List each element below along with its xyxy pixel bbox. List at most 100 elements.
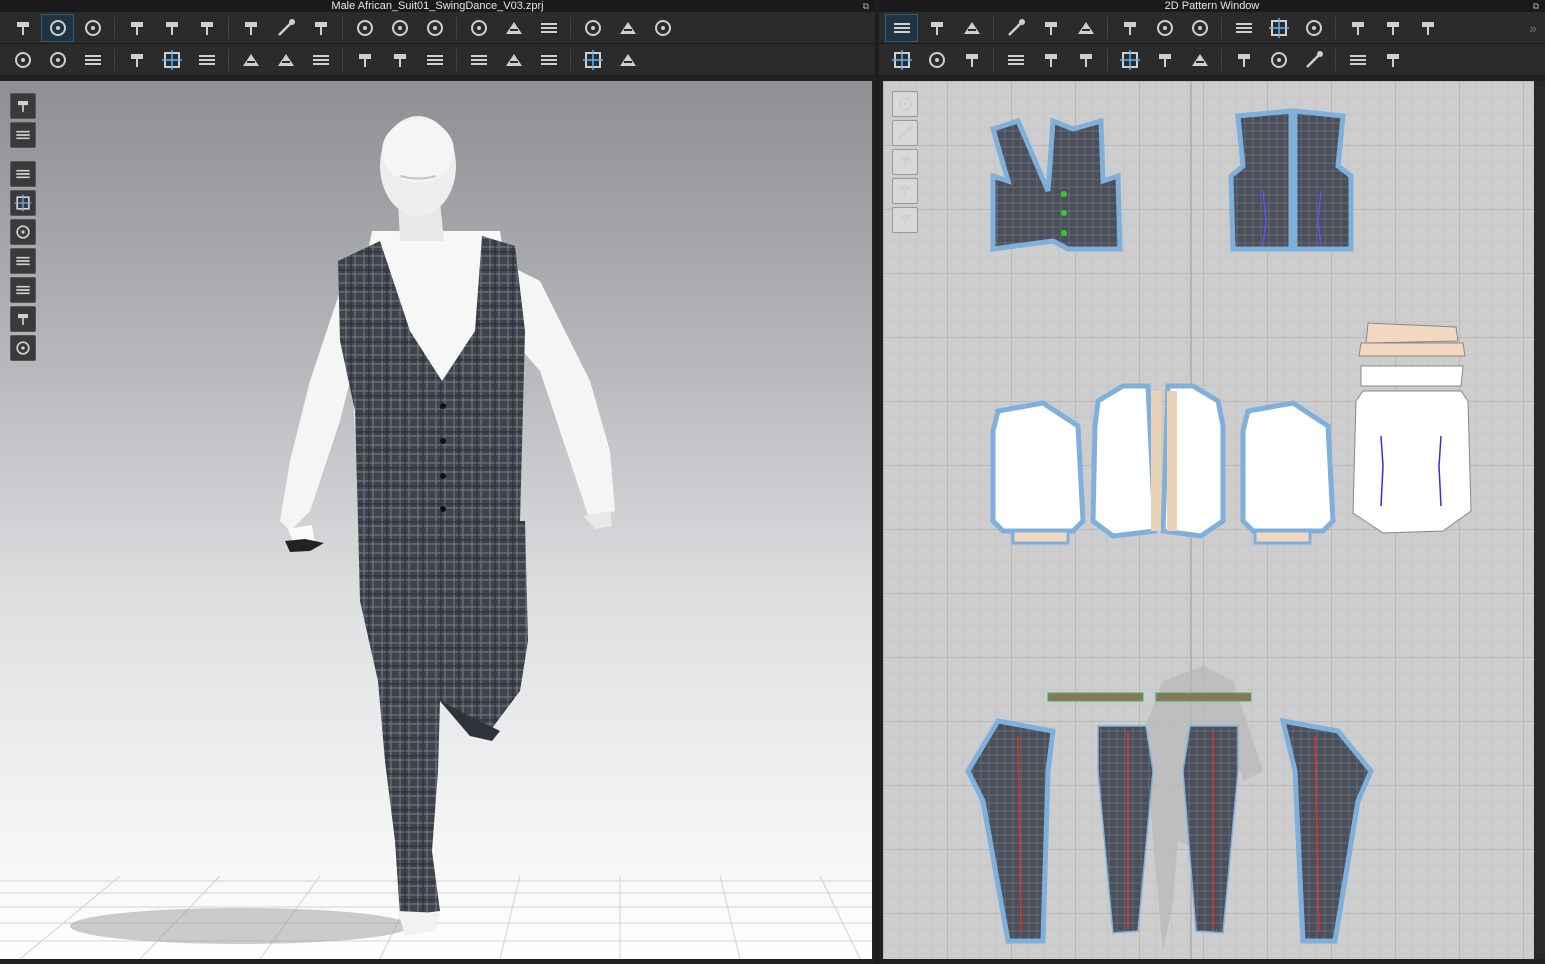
fold-arrangement-button[interactable] <box>120 14 153 42</box>
sewing-button[interactable] <box>190 46 223 74</box>
garment-2d-button[interactable] <box>1069 46 1102 74</box>
toolbar-3d-row1 <box>0 12 875 44</box>
info-toggle[interactable] <box>892 149 918 175</box>
pattern-button[interactable] <box>234 46 267 74</box>
stitch-2d-button[interactable] <box>1297 46 1330 74</box>
tack-button[interactable] <box>234 14 267 42</box>
pattern-shirt-sleeve-right[interactable] <box>1240 400 1336 545</box>
free-sewing-button[interactable] <box>920 46 953 74</box>
transform-pattern-button[interactable] <box>76 14 109 42</box>
viewport-2d[interactable] <box>883 81 1534 959</box>
fold-inner-button[interactable] <box>190 14 223 42</box>
fold-icon <box>165 21 178 35</box>
select-mesh-button[interactable] <box>348 14 381 42</box>
sew-line-button[interactable] <box>1262 14 1295 42</box>
avatar-figure[interactable] <box>280 116 615 936</box>
avatar-walk-button[interactable] <box>6 46 39 74</box>
pattern-check-button[interactable] <box>1183 46 1216 74</box>
pattern-shirt-back[interactable] <box>1352 322 1472 534</box>
ruler-button[interactable] <box>576 14 609 42</box>
lock-toggle[interactable] <box>892 207 918 233</box>
polygon-button[interactable] <box>955 14 988 42</box>
texture-2d-toggle[interactable] <box>892 178 918 204</box>
select-move-button[interactable] <box>41 13 74 42</box>
trace-button[interactable] <box>1148 14 1181 42</box>
pattern-waistband-right[interactable] <box>1155 692 1252 702</box>
popout-icon[interactable]: ⧉ <box>863 0 869 12</box>
fold-button[interactable] <box>155 14 188 42</box>
text-button[interactable] <box>1341 14 1374 42</box>
dart-button[interactable] <box>1113 14 1146 42</box>
popout-icon[interactable]: ⧉ <box>1533 0 1539 12</box>
show-avatar-toggle[interactable] <box>10 219 36 245</box>
zigzag-button[interactable] <box>1341 46 1374 74</box>
transform-pattern-icon <box>84 19 101 36</box>
garment-fit-button[interactable] <box>383 14 416 42</box>
internal-rect-button[interactable] <box>1069 14 1102 42</box>
pattern-waistband-left[interactable] <box>1047 692 1144 702</box>
pattern-shirt-front[interactable] <box>1090 383 1226 539</box>
buttonhole-button[interactable] <box>348 46 381 74</box>
segment-sewing-button[interactable] <box>885 46 918 74</box>
garment-view-toggle[interactable] <box>10 122 36 148</box>
zipper-button[interactable] <box>418 46 451 74</box>
viewport-3d[interactable] <box>0 81 872 959</box>
gradient-button[interactable] <box>576 46 609 74</box>
curve-button[interactable] <box>1183 14 1216 42</box>
shirt-arrange-button[interactable] <box>611 14 644 42</box>
show-pin-toggle[interactable] <box>10 190 36 216</box>
grain-button[interactable] <box>1297 14 1330 42</box>
iron-button[interactable] <box>1034 46 1067 74</box>
strengthen-button[interactable] <box>304 14 337 42</box>
tape-measure-button[interactable] <box>532 14 565 42</box>
button-button[interactable] <box>304 46 337 74</box>
brush-button[interactable] <box>41 46 74 74</box>
text-style-button[interactable] <box>1376 14 1409 42</box>
piping-button[interactable] <box>462 46 495 74</box>
pin-button[interactable] <box>269 14 302 42</box>
fold-pattern-button[interactable] <box>1227 14 1260 42</box>
pattern-vest-front[interactable] <box>989 117 1123 252</box>
texture-view-toggle[interactable] <box>10 248 36 274</box>
seam-button[interactable] <box>120 46 153 74</box>
pattern-2d-button[interactable] <box>1148 46 1181 74</box>
edit-pattern-button[interactable] <box>885 13 918 42</box>
simulation-button[interactable] <box>6 14 39 42</box>
stretch-button[interactable] <box>611 46 644 74</box>
check-sewing-button[interactable] <box>999 46 1032 74</box>
check-pattern-button[interactable] <box>269 46 302 74</box>
view-layer-toggle[interactable] <box>10 93 36 119</box>
rectangle-icon <box>1007 18 1025 36</box>
render-toggle[interactable] <box>10 277 36 303</box>
texture-button[interactable] <box>497 46 530 74</box>
internal-polygon-button[interactable] <box>1034 14 1067 42</box>
garment-2d-view-toggle[interactable] <box>892 120 918 146</box>
tuck-button[interactable] <box>955 46 988 74</box>
stitch-2d-icon <box>1305 50 1323 68</box>
texture-edit-button[interactable] <box>532 46 565 74</box>
stitch-button[interactable] <box>76 46 109 74</box>
shirt-reset-button[interactable] <box>646 14 679 42</box>
pattern-shirt-sleeve-left[interactable] <box>990 400 1086 545</box>
edit-point-button[interactable] <box>920 14 953 42</box>
environment-toggle[interactable] <box>10 335 36 361</box>
pattern-vest-back[interactable] <box>1228 108 1354 252</box>
show-garment-toggle[interactable] <box>10 161 36 187</box>
scissors-button[interactable] <box>155 46 188 74</box>
line-button[interactable] <box>1227 46 1260 74</box>
measure-button[interactable] <box>497 14 530 42</box>
pattern-pen-toggle[interactable] <box>892 91 918 117</box>
edit-pattern-icon <box>893 22 910 33</box>
shirt-arrange-icon <box>619 21 636 34</box>
avatar-pose-button[interactable] <box>462 14 495 42</box>
shirt-button[interactable] <box>418 14 451 42</box>
shirt-2d-button[interactable] <box>1113 46 1146 74</box>
toolbar-overflow-icon[interactable]: » <box>1529 20 1537 36</box>
snap-button[interactable] <box>383 46 416 74</box>
skin-toggle[interactable] <box>10 306 36 332</box>
rectangle-button[interactable] <box>999 14 1032 42</box>
scrollbar[interactable] <box>1535 81 1545 959</box>
grid-button[interactable] <box>1411 14 1444 42</box>
dashed-line-button[interactable] <box>1262 46 1295 74</box>
trim-button[interactable] <box>1376 46 1409 74</box>
